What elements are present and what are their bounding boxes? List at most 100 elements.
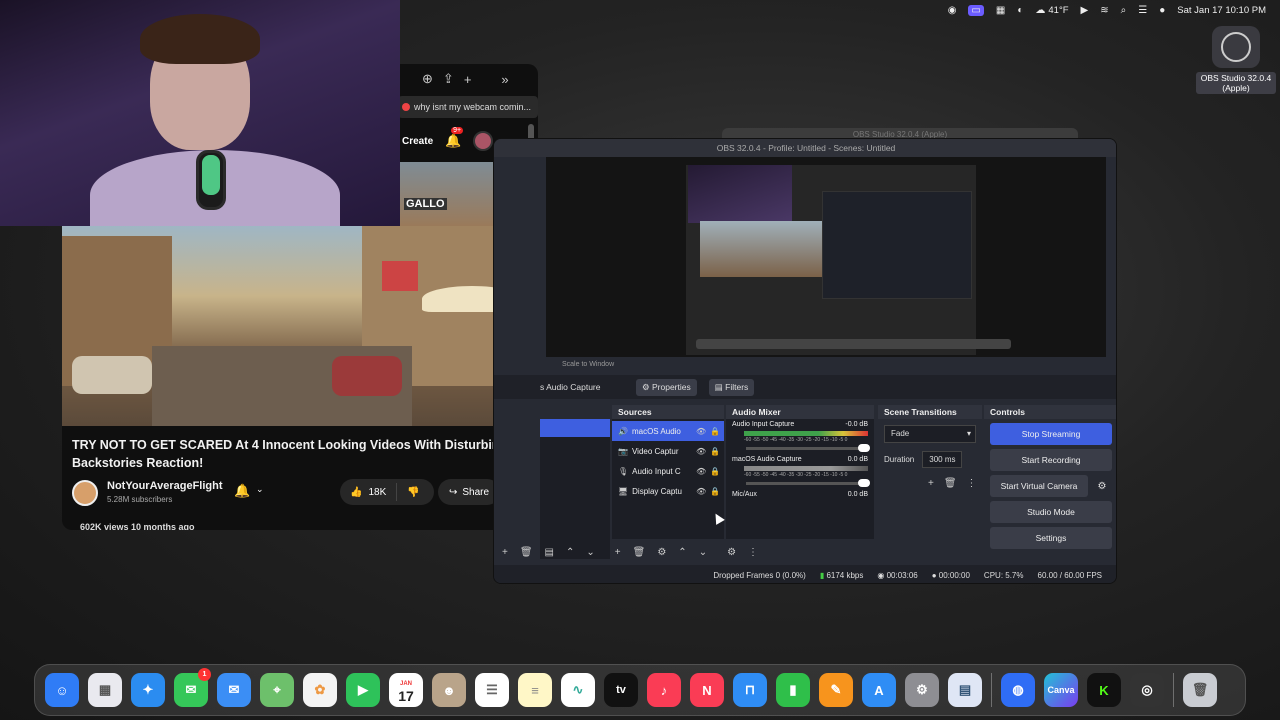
video-player[interactable] [62,226,530,426]
duration-input[interactable]: 300 ms [922,451,963,468]
lock-icon[interactable]: 🔒 [710,447,720,456]
chevron-down-icon[interactable]: ⌄ [256,484,264,495]
gear-icon[interactable]: ⚙ [657,547,666,558]
chevron-up-icon[interactable]: ⌃ [566,547,574,558]
chevron-down-icon[interactable]: ⌄ [586,547,594,558]
photos-icon[interactable]: ✿ [303,673,337,707]
stop-streaming-button[interactable]: Stop Streaming [990,423,1112,445]
maps-icon[interactable]: ⌖ [260,673,294,707]
scale-to-window[interactable]: Scale to Window [546,357,1106,373]
browser-tab[interactable]: why isnt my webcam comin... [398,96,538,118]
eye-icon[interactable]: 👁 [696,447,706,456]
stop-record-icon[interactable]: ◉ [948,5,957,16]
subscribe-bell-icon[interactable]: 🔔 [234,483,250,499]
account-avatar[interactable] [473,131,494,151]
transition-tools: + 🗑 ⋮ [928,478,982,489]
calendar-icon[interactable]: JAN 17 [389,673,423,707]
freeform-icon[interactable]: ∿ [561,673,595,707]
channel-avatar[interactable] [72,480,98,506]
add-transition-icon[interactable]: + [928,478,934,489]
apple-tv-icon[interactable]: tv [604,673,638,707]
share-icon[interactable]: ⇪ [443,71,454,87]
play-icon[interactable]: ▶ [1081,5,1089,16]
add-icon[interactable]: + [502,547,508,558]
eye-icon[interactable]: 👁 [696,467,706,476]
trash-icon[interactable]: 🗑 [633,547,646,558]
obs-title-bar[interactable]: OBS 32.0.4 - Profile: Untitled - Scenes:… [494,139,1116,157]
filter-icon[interactable]: ▤ [545,547,554,558]
download-icon[interactable]: ⊕ [422,71,433,87]
trash-icon[interactable]: 🗑 [944,478,957,489]
canva-icon[interactable]: Canva [1044,673,1078,707]
menubar-clock[interactable]: Sat Jan 17 10:10 PM [1177,5,1266,16]
source-item[interactable]: 📷 Video Captur 👁 🔒 [612,441,724,461]
screen-mirror-icon[interactable]: ▭ [968,4,984,16]
creative-cloud-icon[interactable]: ◐ [1017,5,1023,16]
obs-icon[interactable]: ◎ [1130,673,1164,707]
gear-icon[interactable]: ⚙ [1092,481,1112,492]
studio-mode-button[interactable]: Studio Mode [990,501,1112,523]
mixer-settings-icon[interactable]: ⚙ [727,547,736,558]
numbers-icon[interactable]: ▮ [776,673,810,707]
properties-button[interactable]: ⚙ Properties [636,378,697,396]
like-button[interactable]: 👍 18K [340,483,398,501]
start-virtual-camera-button[interactable]: Start Virtual Camera [990,475,1088,497]
notifications-bell-icon[interactable]: 🔔 9+ [445,127,464,149]
dislike-button[interactable]: 👎 [397,487,429,498]
eye-icon[interactable]: 👁 [696,487,706,496]
music-icon[interactable]: ♪ [647,673,681,707]
create-button[interactable]: Create [402,136,433,147]
obs-preview[interactable] [546,157,1106,357]
more-options-icon[interactable]: ⋮ [748,547,758,558]
source-item[interactable]: 🎙 Audio Input C 👁 🔒 [612,461,724,481]
control-center-icon[interactable]: ☰ [1138,5,1147,16]
view-count: 602K views 10 months ago [80,522,195,530]
obs-desktop-icon[interactable] [1212,26,1260,68]
app-store-icon[interactable]: A [862,673,896,707]
launchpad-icon[interactable]: ▦ [88,673,122,707]
channel-name[interactable]: NotYourAverageFlight [107,480,223,492]
volume-slider[interactable] [746,479,870,487]
safari-icon[interactable]: ✦ [131,673,165,707]
lock-icon[interactable]: 🔒 [710,487,720,496]
chevron-down-icon[interactable]: ⌄ [699,547,707,558]
new-tab-icon[interactable]: + [464,72,472,87]
trash-icon[interactable]: 🗑 [1183,673,1217,707]
gallery-icon[interactable]: ▦ [996,5,1005,16]
add-icon[interactable]: + [615,547,621,558]
trash-icon[interactable]: 🗑 [520,547,533,558]
share-button[interactable]: ↪ Share [438,479,500,505]
eye-icon[interactable]: 👁 [696,427,706,436]
reminders-icon[interactable]: ☰ [475,673,509,707]
keynote-icon[interactable]: ⊓ [733,673,767,707]
chevron-up-icon[interactable]: ⌃ [678,547,686,558]
preview-icon[interactable]: ▤ [948,673,982,707]
news-icon[interactable]: N [690,673,724,707]
more-options-icon[interactable]: ⋮ [967,478,977,489]
notes-icon[interactable]: ≡ [518,673,552,707]
weather-widget[interactable]: ☁ 41°F [1035,5,1068,16]
wifi-icon[interactable]: ≋ [1100,5,1108,16]
lock-icon[interactable]: 🔒 [710,467,720,476]
facetime-icon[interactable]: ▶ [346,673,380,707]
mouse-utility-icon[interactable]: ◍ [1001,673,1035,707]
lock-icon[interactable]: 🔒 [710,427,720,436]
tabs-overflow-icon[interactable]: » [501,72,508,87]
kick-icon[interactable]: K [1087,673,1121,707]
finder-icon[interactable]: ☺ [45,673,79,707]
source-item[interactable]: 🖥 Display Captu 👁 🔒 [612,481,724,501]
youtube-favicon-icon [402,103,410,111]
search-icon[interactable]: ⌕ [1121,5,1127,16]
siri-icon[interactable]: ● [1159,5,1165,16]
volume-slider[interactable] [746,444,870,452]
contacts-icon[interactable]: ☻ [432,673,466,707]
system-settings-icon[interactable]: ⚙ [905,673,939,707]
mail-icon[interactable]: ✉ [217,673,251,707]
transition-select[interactable]: Fade ▾ [884,425,976,443]
start-recording-button[interactable]: Start Recording [990,449,1112,471]
messages-icon[interactable]: ✉ 1 [174,668,211,707]
pages-icon[interactable]: ✎ [819,673,853,707]
scene-item-selected[interactable] [540,419,610,437]
source-item[interactable]: 🔊 macOS Audio 👁 🔒 [612,421,724,441]
filters-button[interactable]: ▤ Filters [708,378,755,396]
